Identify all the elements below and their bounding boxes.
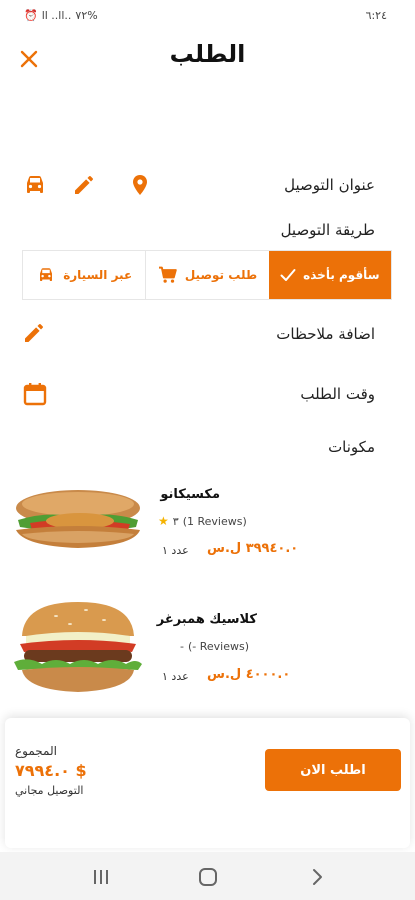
home-button[interactable]	[197, 866, 219, 888]
close-button[interactable]	[18, 48, 40, 70]
method-option-label: عبر السيارة	[63, 268, 133, 282]
delivery-note: التوصيل مجاني	[15, 784, 84, 797]
car-icon	[27, 176, 43, 193]
check-icon	[280, 269, 296, 281]
product-price: ٣٩٩٤٠.٠ ل.س	[207, 541, 299, 556]
add-notes-button[interactable]	[22, 321, 46, 345]
calendar-icon	[23, 383, 47, 406]
reviews-count: (1 Reviews)	[182, 514, 247, 528]
product-rating: ★ ٣ (1 Reviews)	[158, 514, 247, 528]
method-option-label: طلب توصيل	[184, 268, 258, 282]
status-icons: %٧٢ ..ll ..ll ⏰	[24, 9, 98, 22]
delivery-method-label: طريقة التوصيل	[280, 221, 375, 239]
navigation-bar	[0, 852, 415, 900]
back-button[interactable]	[306, 866, 328, 888]
home-icon	[199, 868, 217, 886]
order-summary-footer: المجموع $ ٧٩٩٤.٠ التوصيل مجاني اطلب الان	[5, 718, 410, 848]
method-option-car[interactable]: عبر السيارة	[23, 251, 145, 299]
total-value: $ ٧٩٩٤.٠	[15, 761, 87, 780]
product-name: كلاسيك همبرغر	[156, 612, 257, 627]
signal-icon: ..ll ..ll	[41, 9, 72, 22]
page-title: الطلب	[169, 40, 246, 68]
alarm-icon: ⏰	[24, 9, 38, 22]
status-time: ٦:٢٤	[365, 9, 387, 22]
location-pin-icon	[133, 175, 147, 195]
delivery-address-label: عنوان التوصيل	[284, 176, 375, 194]
method-option-pickup[interactable]: سأقوم بأخذه	[268, 251, 391, 299]
rating-value: -	[180, 640, 184, 653]
status-bar: %٧٢ ..ll ..ll ⏰ ٦:٢٤	[0, 0, 415, 32]
pencil-icon	[75, 176, 93, 194]
car-address-button[interactable]	[22, 173, 46, 197]
product-name: مكسيكانو	[160, 487, 220, 502]
location-button[interactable]	[128, 173, 152, 197]
order-time-button[interactable]	[22, 381, 47, 406]
product-image-classic-burger	[8, 598, 148, 698]
chevron-right-icon	[313, 869, 322, 885]
product-price: ٤٠٠٠.٠ ل.س	[207, 667, 291, 682]
order-time-label: وقت الطلب	[300, 385, 375, 403]
ingredients-label: مكونات	[328, 438, 375, 456]
delivery-method-selector: عبر السيارة طلب توصيل سأقوم بأخذه	[22, 250, 392, 300]
star-icon: ★	[158, 514, 169, 528]
product-image-mexicano	[10, 480, 145, 555]
product-rating: - (- Reviews)	[180, 640, 249, 653]
reviews-count: (- Reviews)	[187, 640, 250, 653]
edit-address-button[interactable]	[72, 173, 96, 197]
cart-icon	[158, 266, 177, 283]
recent-apps-icon	[94, 870, 108, 884]
pencil-icon	[25, 324, 43, 342]
total-label: المجموع	[15, 744, 57, 758]
recent-apps-button[interactable]	[90, 866, 112, 888]
notes-label: اضافة ملاحظات	[276, 325, 375, 343]
car-icon	[40, 268, 53, 281]
product-quantity: عدد ١	[162, 544, 189, 557]
product-quantity: عدد ١	[162, 670, 189, 683]
order-now-button[interactable]: اطلب الان	[265, 749, 401, 791]
method-option-label: سأقوم بأخذه	[303, 268, 380, 282]
rating-value: ٣	[172, 514, 179, 528]
close-icon	[20, 50, 38, 68]
method-option-delivery[interactable]: طلب توصيل	[145, 251, 268, 299]
battery-percent: %٧٢	[75, 9, 98, 22]
